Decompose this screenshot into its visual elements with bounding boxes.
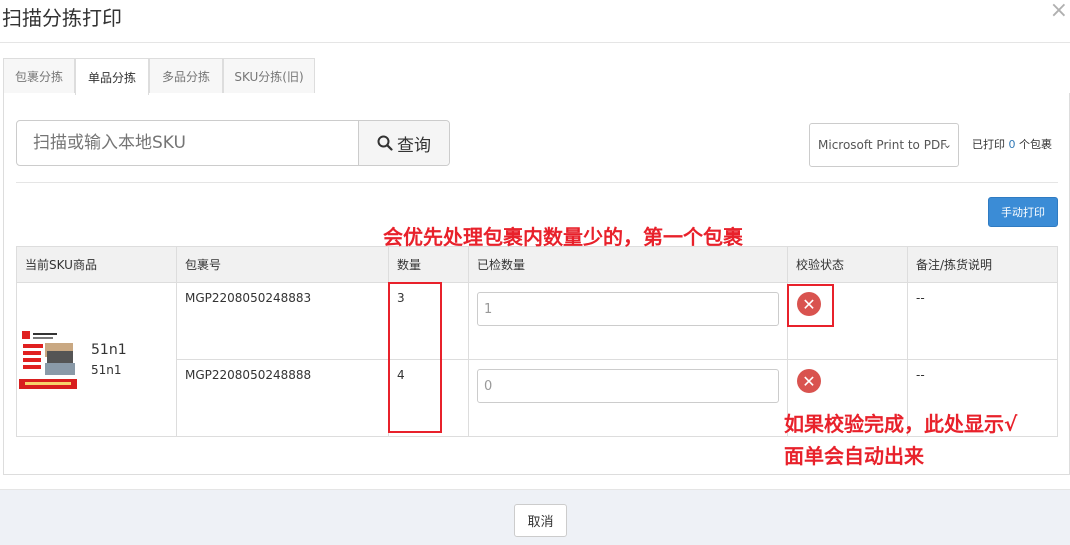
- modal-title: 扫描分拣打印: [2, 6, 122, 30]
- search-icon: [377, 135, 393, 151]
- product-thumbnail: [19, 328, 77, 391]
- search-group: 查询: [16, 120, 450, 166]
- col-header-current-sku: 当前SKU商品: [16, 246, 177, 283]
- annotation-bottom-line2: 面单会自动出来: [784, 444, 924, 468]
- checked-qty-input[interactable]: 1: [477, 292, 779, 326]
- package-no-cell: MGP2208050248888: [176, 359, 389, 437]
- table-header-row: 当前SKU商品 包裹号 数量 已检数量 校验状态 备注/拣货说明: [16, 246, 1058, 283]
- printer-selected-value: Microsoft Print to PDF: [818, 138, 948, 152]
- error-x-icon: ✕: [797, 369, 821, 393]
- col-header-verify-status: 校验状态: [787, 246, 908, 283]
- product-sku: 51n1: [91, 362, 122, 377]
- annotation-bottom-line1: 如果校验完成，此处显示√: [784, 412, 1018, 436]
- printed-suffix: 个包裹: [1019, 138, 1052, 151]
- printed-count: 0: [1008, 138, 1016, 151]
- scan-sort-print-modal: 扫描分拣打印 × 包裹分拣 单品分拣 多品分拣 SKU分拣(旧) 查询 Micr…: [0, 0, 1070, 545]
- tab-package-sort[interactable]: 包裹分拣: [3, 58, 75, 94]
- highlight-status-box: [787, 284, 834, 327]
- sku-search-input[interactable]: [17, 121, 358, 165]
- col-header-checked-qty: 已检数量: [468, 246, 788, 283]
- checked-qty-input[interactable]: 0: [477, 369, 779, 403]
- remark-cell: --: [907, 282, 1058, 360]
- checked-qty-cell: 1: [468, 282, 788, 360]
- search-button[interactable]: 查询: [358, 121, 449, 165]
- table-row: 51n1 51n1 MGP2208050248883 3 1 ✕ --: [16, 282, 1058, 437]
- col-header-package-no: 包裹号: [176, 246, 389, 283]
- checked-qty-cell: 0: [468, 359, 788, 437]
- annotation-top: 会优先处理包裹内数量少的，第一个包裹: [383, 225, 743, 249]
- manual-print-button[interactable]: 手动打印: [988, 197, 1058, 227]
- modal-header: 扫描分拣打印 ×: [0, 0, 1070, 43]
- printer-select[interactable]: Microsoft Print to PDF ⌄: [809, 123, 959, 167]
- highlight-qty-box: [388, 282, 442, 433]
- col-header-qty: 数量: [388, 246, 469, 283]
- chevron-down-icon: ⌄: [942, 138, 952, 151]
- tab-bar: 包裹分拣 单品分拣 多品分拣 SKU分拣(旧): [3, 58, 1070, 95]
- search-button-label: 查询: [397, 135, 431, 156]
- printed-prefix: 已打印: [972, 138, 1005, 151]
- tab-multi-item-sort[interactable]: 多品分拣: [149, 58, 223, 94]
- tab-sku-sort-old[interactable]: SKU分拣(旧): [223, 58, 315, 94]
- col-header-remark: 备注/拣货说明: [907, 246, 1058, 283]
- tab-single-item-sort[interactable]: 单品分拣: [75, 58, 149, 95]
- product-cell: 51n1 51n1: [16, 282, 177, 437]
- divider: [16, 182, 1058, 183]
- modal-footer: 取消: [0, 489, 1070, 545]
- close-icon[interactable]: ×: [1050, 0, 1068, 22]
- package-no-cell: MGP2208050248883: [176, 282, 389, 360]
- product-name: 51n1: [91, 341, 127, 358]
- printed-count-status: 已打印 0 个包裹: [972, 136, 1052, 152]
- cancel-button[interactable]: 取消: [514, 504, 567, 537]
